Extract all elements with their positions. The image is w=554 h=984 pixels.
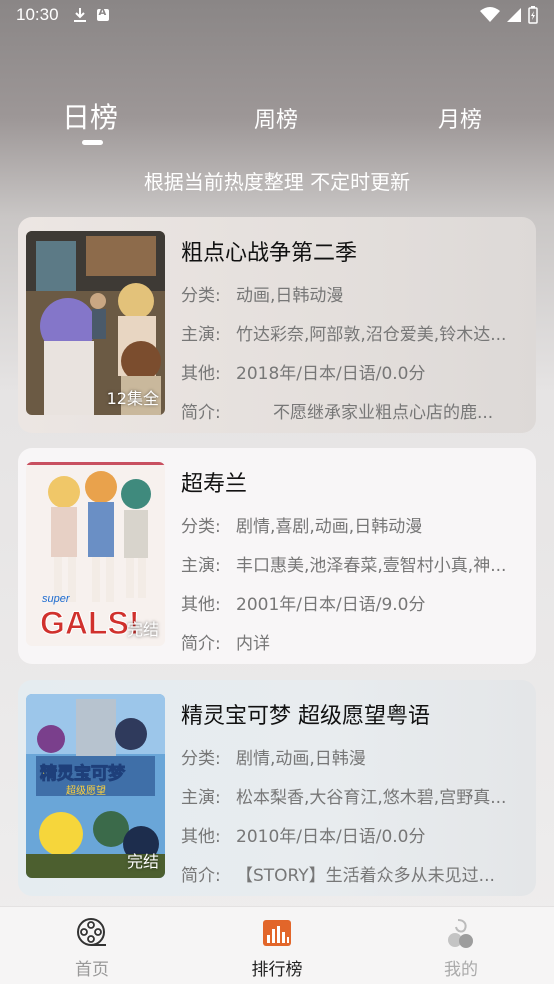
bottom-nav: 首页 排行榜 我的 (0, 906, 554, 984)
film-reel-icon (77, 918, 106, 946)
nav-mine[interactable]: 我的 (416, 917, 506, 980)
tab-daily[interactable]: 日榜 (62, 96, 118, 136)
item-title: 超寿兰 (181, 472, 248, 497)
other-label: 其他: (181, 595, 221, 615)
notification-app-icon (96, 7, 109, 21)
category-value: 剧情,喜剧,动画,日韩动漫 (236, 517, 423, 537)
nav-home[interactable]: 首页 (47, 917, 137, 980)
tab-monthly[interactable]: 月榜 (438, 102, 482, 134)
cast-value: 松本梨香,大谷育江,悠木碧,宫野真... (236, 788, 507, 808)
intro-label: 简介: (181, 634, 221, 654)
intro-value: 【STORY】生活着众多从未见过... (236, 866, 495, 886)
category-value: 动画,日韩动漫 (236, 286, 344, 306)
signal-icon (507, 8, 521, 22)
chart-icon (263, 920, 291, 946)
other-value: 2001年/日本/日语/9.0分 (236, 595, 426, 615)
nav-ranking-label: 排行榜 (251, 960, 303, 980)
category-label: 分类: (181, 517, 221, 537)
category-label: 分类: (181, 286, 221, 306)
other-label: 其他: (181, 364, 221, 384)
cast-label: 主演: (181, 788, 221, 808)
episode-badge: 12集全 (106, 389, 159, 408)
nav-mine-label: 我的 (444, 960, 478, 980)
poster-image: 12集全 (26, 231, 165, 415)
download-icon (73, 8, 86, 22)
intro-value: 不愿继承家业粗点心店的鹿... (273, 403, 494, 423)
status-badge: 完结 (126, 852, 159, 871)
user-icon (448, 919, 473, 948)
cast-value: 丰口惠美,池泽春菜,壹智村小真,神... (236, 556, 507, 576)
ranking-card[interactable]: super GALS! 完结 超寿兰 分类: 剧情,喜剧,动画,日韩动漫 主演: 丰… (18, 448, 536, 664)
nav-home-label: 首页 (75, 960, 109, 980)
ranking-card[interactable]: 12集全 粗点心战争第二季 分类: 动画,日韩动漫 主演: 竹达彩奈,阿部敦,沼仓爱… (18, 217, 536, 433)
battery-icon (528, 6, 538, 24)
other-value: 2010年/日本/日语/0.0分 (236, 827, 426, 847)
cast-label: 主演: (181, 556, 221, 576)
ranking-subtitle: 根据当前热度整理 不定时更新 (143, 170, 411, 194)
other-value: 2018年/日本/日语/0.0分 (236, 364, 426, 384)
tab-weekly[interactable]: 周榜 (254, 102, 298, 134)
category-label: 分类: (181, 749, 221, 769)
poster-logo: 精灵宝可梦 (40, 763, 126, 784)
active-tab-indicator (82, 140, 103, 145)
wifi-icon (480, 7, 500, 22)
other-label: 其他: (181, 827, 221, 847)
status-bar: 10:30 (0, 0, 554, 30)
intro-label: 简介: (181, 403, 221, 423)
poster-logo-small: super (42, 593, 71, 605)
poster-logo: GALS! (40, 605, 140, 641)
nav-ranking[interactable]: 排行榜 (232, 917, 322, 980)
cast-label: 主演: (181, 325, 221, 345)
poster-image: super GALS! 完结 (26, 462, 165, 646)
cast-value: 竹达彩奈,阿部敦,沼仓爱美,铃木达... (236, 325, 507, 345)
item-title: 粗点心战争第二季 (181, 241, 358, 266)
status-badge: 完结 (126, 620, 159, 639)
status-time: 10:30 (16, 5, 59, 24)
item-title: 精灵宝可梦 超级愿望粤语 (181, 704, 430, 729)
category-value: 剧情,动画,日韩漫 (236, 749, 366, 769)
ranking-card[interactable]: 精灵宝可梦 超级愿望 完结 精灵宝可梦 超级愿望粤语 分类: 剧情,动画,日韩漫 … (18, 680, 536, 896)
intro-label: 简介: (181, 866, 221, 886)
poster-logo-sub: 超级愿望 (66, 784, 106, 797)
intro-value: 内详 (236, 634, 270, 654)
poster-image: 精灵宝可梦 超级愿望 完结 (26, 694, 165, 878)
